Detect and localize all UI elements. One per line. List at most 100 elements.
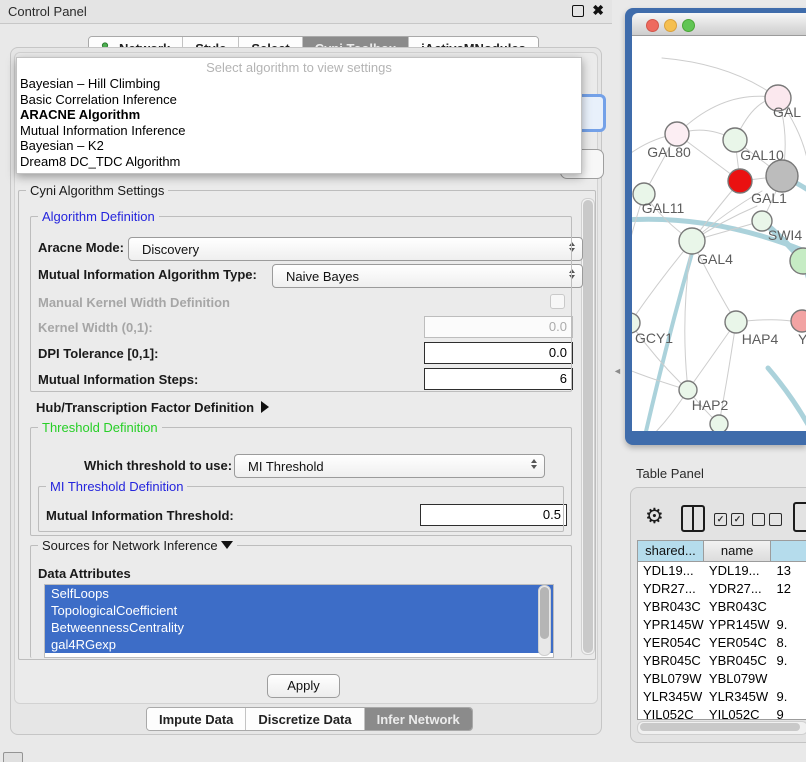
network-node-bottom-node[interactable] [710,415,728,431]
close-window-icon[interactable] [646,19,659,32]
network-node-label: GAL11 [642,200,685,216]
table-row[interactable]: YER054CYER054C8. [638,634,806,652]
network-edge-highlighted[interactable] [768,368,806,428]
table-cell: YIL052C [638,706,704,720]
network-graph[interactable]: GALGAL80GAL10GAL1GAL11SWI4GAL4GCY1HAP4YH… [632,36,806,431]
network-node-label: HAP4 [742,331,779,347]
network-node-gal1[interactable] [728,169,752,193]
table-cell [772,598,806,616]
table-cell: YBR045C [704,652,772,670]
table-cell: YDL19... [704,562,772,580]
algorithm-option[interactable]: Basic Correlation Inference [17,92,581,108]
network-edge[interactable] [688,322,736,390]
splitter-handle-icon[interactable]: ◄ [613,366,620,377]
gear-icon[interactable]: ⚙ [645,504,664,530]
column-header-shared...[interactable]: shared... [638,541,704,561]
apply-button[interactable]: Apply [267,674,340,698]
table-hscrollbar[interactable] [637,721,806,735]
document-icon[interactable] [793,502,806,532]
tab-infer-network[interactable]: Infer Network [365,708,472,730]
collapse-arrow-icon[interactable] [221,541,233,549]
table-cell: YLR345W [638,688,704,706]
table-cell: YDL19... [638,562,704,580]
table-row[interactable]: YDR27...YDR27...12 [638,580,806,598]
columns-icon[interactable] [681,505,705,532]
network-node-label: GCY1 [635,330,673,346]
network-window-titlebar[interactable] [632,13,806,36]
network-node-label: SWI4 [768,227,802,243]
network-node-gray-node[interactable] [766,160,798,192]
sources-group: Sources for Network Inference [30,545,572,658]
control-panel-titlebar: Control Panel ✖ [0,0,612,24]
network-edge[interactable] [662,58,778,98]
tab-discretize-data[interactable]: Discretize Data [246,708,364,730]
table-cell: 9. [772,688,806,706]
network-node-salmon-right[interactable] [791,310,806,332]
column-header-name[interactable]: name [704,541,772,561]
cyni-algorithm-settings-title: Cyni Algorithm Settings [26,183,168,198]
algorithm-definition-title: Algorithm Definition [38,209,159,224]
table-row[interactable]: YLR345WYLR345W9. [638,688,806,706]
node-table: shared...name YDL19...YDL19...13YDR27...… [637,540,806,720]
threshold-definition-title: Threshold Definition [38,420,162,435]
table-cell: 12 [772,580,806,598]
network-node-label: GAL4 [697,251,733,267]
control-panel-title: Control Panel [0,4,87,19]
zoom-window-icon[interactable] [682,19,695,32]
float-panel-icon[interactable] [572,5,584,17]
table-row[interactable]: YPR145WYPR145W9. [638,616,806,634]
algorithm-popup-placeholder: Select algorithm to view settings [17,60,581,76]
algorithm-definition-group: Algorithm Definition [30,216,572,392]
network-edge[interactable] [677,96,778,134]
algorithm-option[interactable]: ARACNE Algorithm [17,107,581,123]
hide-selected-checkboxes-icon[interactable] [752,513,782,526]
minimized-panel-icon[interactable] [3,752,23,762]
sources-title: Sources for Network Inference [38,538,237,553]
table-cell: 9. [772,616,806,634]
column-header-extra[interactable] [771,541,806,561]
algorithm-option[interactable]: Dream8 DC_TDC Algorithm [17,154,581,170]
table-row[interactable]: YDL19...YDL19...13 [638,562,806,580]
network-canvas[interactable]: GALGAL80GAL10GAL1GAL11SWI4GAL4GCY1HAP4YH… [632,36,806,431]
table-cell [772,670,806,688]
algorithm-option[interactable]: Mutual Information Inference [17,123,581,139]
table-row[interactable]: YBR043CYBR043C [638,598,806,616]
algorithm-option[interactable]: Bayesian – K2 [17,138,581,154]
table-cell: YBR043C [704,598,772,616]
table-cell: YBL079W [638,670,704,688]
network-node-hap4[interactable] [725,311,747,333]
unchecked-box-icon [769,513,782,526]
cyni-bottom-tabstrip: Impute DataDiscretize DataInfer Network [146,707,473,731]
table-cell: YPR145W [638,616,704,634]
table-cell: 9. [772,652,806,670]
unchecked-box-icon [752,513,765,526]
table-row[interactable]: YIL052CYIL052C9 [638,706,806,720]
network-node-label: Y [798,331,806,347]
network-node-label: HAP2 [692,397,729,413]
minimize-window-icon[interactable] [664,19,677,32]
network-node-gal80[interactable] [665,122,689,146]
table-panel-title: Table Panel [636,466,704,481]
tab-impute-data[interactable]: Impute Data [147,708,246,730]
table-cell: YBR045C [638,652,704,670]
algorithm-option[interactable]: Bayesian – Hill Climbing [17,76,581,92]
table-hscrollbar-thumb[interactable] [640,723,800,731]
checked-box-icon: ✓ [731,513,744,526]
table-cell: 9 [772,706,806,720]
table-row[interactable]: YBL079WYBL079W [638,670,806,688]
close-panel-icon[interactable]: ✖ [592,2,604,19]
table-cell: YLR345W [704,688,772,706]
table-cell: YER054C [638,634,704,652]
checked-box-icon: ✓ [714,513,727,526]
show-selected-checkboxes-icon[interactable]: ✓ ✓ [714,513,744,526]
table-cell: YDR27... [704,580,772,598]
table-row[interactable]: YBR045CYBR045C9. [638,652,806,670]
table-cell: 13 [772,562,806,580]
table-cell: YBL079W [704,670,772,688]
network-node-label: GAL [773,104,801,120]
screen: Control Panel ✖ NetworkStyleSelectCyni T… [0,0,806,762]
table-header-row: shared...name [638,541,806,562]
table-cell: YDR27... [638,580,704,598]
table-cell: YBR043C [638,598,704,616]
table-cell: YPR145W [704,616,772,634]
